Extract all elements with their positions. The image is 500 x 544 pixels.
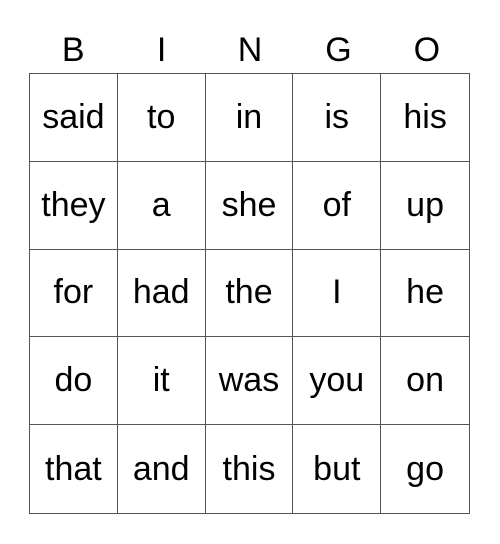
bingo-cell[interactable]: for (30, 249, 118, 338)
bingo-cell[interactable]: go (381, 425, 469, 513)
bingo-cell[interactable]: said (30, 74, 118, 162)
bingo-cell[interactable]: this (206, 425, 294, 513)
header-letter: B (61, 31, 85, 69)
bingo-cell[interactable]: in (205, 74, 294, 162)
bingo-cell[interactable]: the (205, 249, 294, 338)
header-letter: G (325, 31, 352, 69)
bingo-cell[interactable]: it (117, 337, 206, 426)
bingo-cell[interactable]: you (293, 337, 382, 426)
bingo-grid: said to in is his they a she of up for had the Ihe do i… (29, 73, 470, 514)
bingo-cell[interactable]: and (118, 425, 206, 513)
bingo-cell[interactable]: she (205, 161, 294, 250)
bingo-header: B I N G O (29, 28, 471, 72)
bingo-cell[interactable]: but (293, 425, 382, 513)
bingo-cell[interactable]: that (30, 425, 118, 513)
bingo-cell[interactable]: do (30, 337, 118, 426)
bingo-cell[interactable]: he (381, 250, 469, 338)
bingo-cell[interactable]: is (293, 74, 382, 162)
bingo-cell[interactable]: to (117, 74, 206, 162)
bingo-cell[interactable]: of (293, 161, 382, 250)
bingo-cell[interactable]: I (293, 249, 382, 338)
bingo-cell[interactable]: on (381, 337, 469, 426)
header-letter: O (413, 31, 441, 69)
bingo-cell[interactable]: had (117, 249, 206, 338)
bingo-cell[interactable]: was (205, 337, 294, 426)
bingo-cell[interactable]: a (117, 161, 206, 250)
bingo-cell[interactable]: his (381, 74, 469, 162)
bingo-cell[interactable]: they (30, 161, 118, 250)
header-letter: I (156, 31, 167, 69)
header-letter: N (237, 31, 263, 69)
bingo-cell[interactable]: up (381, 162, 469, 250)
